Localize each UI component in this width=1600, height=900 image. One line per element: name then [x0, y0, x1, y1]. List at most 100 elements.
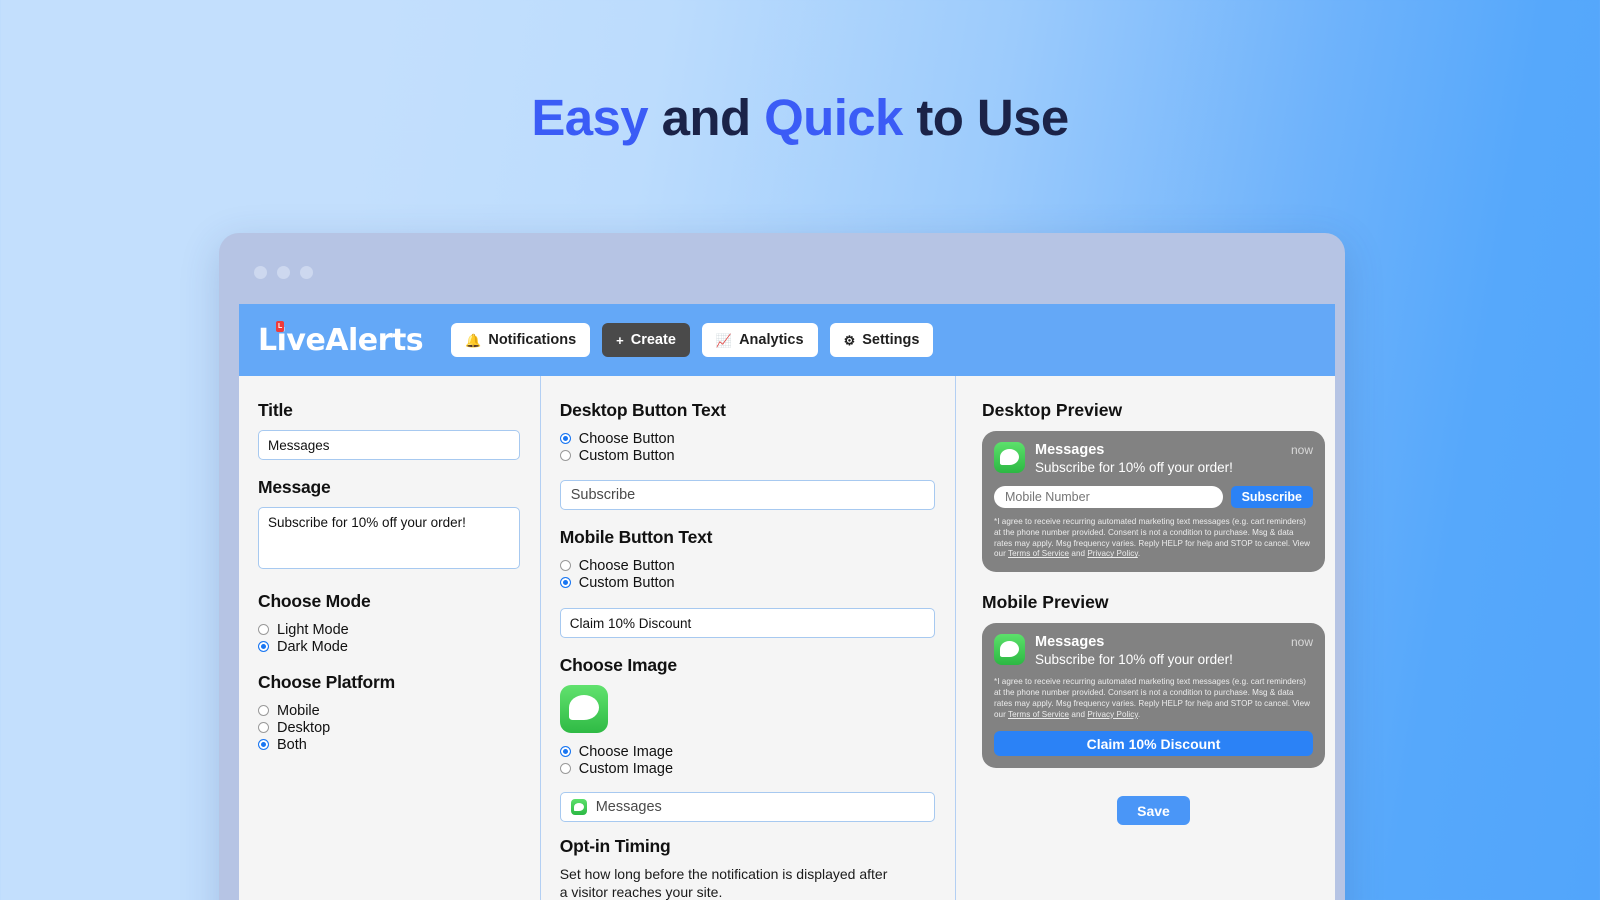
radio-light-mode[interactable]: Light Mode [258, 621, 520, 638]
radio-mobile-custom-button[interactable]: Custom Button [559, 574, 935, 591]
radio-desktop-choose-button[interactable]: Choose Button [559, 430, 935, 447]
mobile-button-text-label: Mobile Button Text [559, 527, 713, 547]
radio-icon-selected [559, 577, 571, 588]
choose-image-label: Choose Image [559, 655, 677, 675]
choose-platform-label: Choose Platform [258, 672, 396, 692]
page-title-mid-1: and [648, 89, 765, 146]
radio-icon [559, 560, 571, 571]
mobile-preview-time: now [1290, 635, 1313, 650]
mode-radio-group: Light Mode Dark Mode [258, 621, 520, 655]
radio-desktop-label: Desktop [277, 719, 331, 736]
image-select[interactable]: Messages [559, 792, 935, 822]
mobile-custom-button-input[interactable] [559, 608, 935, 638]
message-label: Message [258, 477, 331, 497]
radio-choose-image[interactable]: Choose Image [559, 743, 935, 760]
browser-window: L LiveAlerts 🔔 Notifications + Create 📈 … [219, 233, 1345, 900]
nav-analytics-label: Analytics [739, 332, 804, 348]
desktop-preview-message: Subscribe for 10% off your order! [1035, 459, 1233, 475]
mobile-preview-disclaimer: *I agree to receive recurring automated … [994, 677, 1313, 720]
terms-of-service-link[interactable]: Terms of Service [1008, 710, 1069, 719]
window-titlebar [229, 240, 1335, 304]
nav-create-label: Create [630, 332, 676, 348]
image-radio-group: Choose Image Custom Image [559, 743, 935, 777]
column-buttons: Desktop Button Text Choose Button Custom… [541, 376, 956, 900]
image-select-wrap: Messages [559, 792, 935, 822]
desktop-preview-app-name: Messages [1035, 442, 1105, 458]
page-title-highlight-2: Quick [764, 89, 903, 146]
desktop-preview-time: now [1290, 443, 1313, 457]
messages-icon [994, 442, 1025, 473]
desktop-preview-header: Messages Subscribe for 10% off your orde… [994, 442, 1313, 476]
mobile-preview-label: Mobile Preview [982, 592, 1109, 613]
radio-icon-selected [258, 739, 269, 750]
radio-mobile-custom-button-label: Custom Button [578, 574, 675, 591]
desktop-button-radio-group: Choose Button Custom Button [559, 430, 935, 464]
radio-mobile-label: Mobile [277, 702, 320, 719]
disclaimer-and: and [1069, 549, 1088, 559]
message-textarea[interactable]: Subscribe for 10% off your order! [258, 507, 520, 569]
preview-cta-button[interactable]: Claim 10% Discount [994, 731, 1313, 757]
save-bar: Save [982, 796, 1325, 826]
terms-of-service-link[interactable]: Terms of Service [1008, 549, 1069, 558]
radio-icon [559, 763, 571, 774]
editor-columns: Title Message Subscribe for 10% off your… [239, 376, 1335, 900]
radio-icon-selected [559, 433, 571, 444]
opt-in-timing-help: Set how long before the notification is … [559, 866, 888, 900]
radio-icon [559, 450, 571, 461]
bell-icon: 🔔 [465, 332, 482, 348]
maximize-dot-icon[interactable] [300, 265, 313, 279]
messages-icon [994, 634, 1025, 666]
desktop-button-select[interactable]: Subscribe [559, 480, 935, 510]
radio-custom-image[interactable]: Custom Image [559, 760, 935, 777]
radio-desktop-custom-button-label: Custom Button [578, 447, 675, 464]
page-title-mid-2: to Use [902, 89, 1069, 146]
disclaimer-period: . [1137, 549, 1141, 559]
radio-icon-selected [559, 746, 571, 757]
disclaimer-and: and [1069, 709, 1088, 719]
minimize-dot-icon[interactable] [277, 265, 290, 279]
mobile-preview-header: Messages Subscribe for 10% off your orde… [994, 634, 1313, 668]
image-select-value: Messages [595, 799, 662, 815]
mobile-number-input[interactable] [994, 486, 1223, 509]
preview-subscribe-button[interactable]: Subscribe [1230, 486, 1313, 509]
close-dot-icon[interactable] [254, 265, 267, 279]
radio-desktop[interactable]: Desktop [258, 719, 520, 736]
platform-radio-group: Mobile Desktop Both [258, 702, 520, 753]
radio-icon-selected [258, 641, 269, 652]
desktop-preview-label: Desktop Preview [982, 400, 1123, 420]
save-button[interactable]: Save [1117, 796, 1190, 826]
browser-window-inner: L LiveAlerts 🔔 Notifications + Create 📈 … [229, 240, 1335, 900]
messages-icon [570, 799, 587, 815]
plus-icon: + [616, 332, 624, 348]
radio-desktop-custom-button[interactable]: Custom Button [559, 447, 935, 464]
title-input[interactable] [258, 430, 520, 460]
radio-icon [258, 705, 269, 716]
mobile-preview-card: Messages Subscribe for 10% off your orde… [982, 623, 1325, 769]
messages-image-preview-icon [559, 685, 608, 733]
desktop-preview-disclaimer: *I agree to receive recurring automated … [994, 517, 1313, 560]
column-basics: Title Message Subscribe for 10% off your… [239, 376, 541, 900]
privacy-policy-link[interactable]: Privacy Policy [1087, 710, 1137, 719]
radio-dark-mode[interactable]: Dark Mode [258, 638, 520, 655]
nav-analytics-button[interactable]: 📈 Analytics [701, 323, 818, 357]
page-title: Easy and Quick to Use [0, 88, 1600, 147]
column-preview: Desktop Preview Messages Subscribe for 1… [956, 376, 1335, 900]
radio-both-label: Both [277, 736, 307, 753]
app-viewport: L LiveAlerts 🔔 Notifications + Create 📈 … [239, 304, 1335, 900]
page-title-highlight-1: Easy [531, 89, 649, 146]
radio-mobile[interactable]: Mobile [258, 702, 520, 719]
nav-settings-button[interactable]: ⚙ Settings [829, 323, 934, 357]
radio-desktop-choose-button-label: Choose Button [578, 430, 675, 447]
radio-choose-image-label: Choose Image [578, 743, 674, 760]
radio-both[interactable]: Both [258, 736, 520, 753]
radio-mobile-choose-button[interactable]: Choose Button [559, 557, 935, 574]
brand-logo[interactable]: L LiveAlerts [258, 320, 424, 358]
mobile-preview-app-name: Messages [1035, 634, 1105, 651]
radio-icon [258, 722, 269, 733]
disclaimer-period: . [1137, 709, 1141, 719]
privacy-policy-link[interactable]: Privacy Policy [1087, 549, 1137, 558]
nav-settings-label: Settings [862, 332, 920, 348]
desktop-preview-form: Subscribe [994, 486, 1313, 509]
nav-notifications-button[interactable]: 🔔 Notifications [451, 323, 591, 357]
nav-create-button[interactable]: + Create [602, 323, 690, 357]
